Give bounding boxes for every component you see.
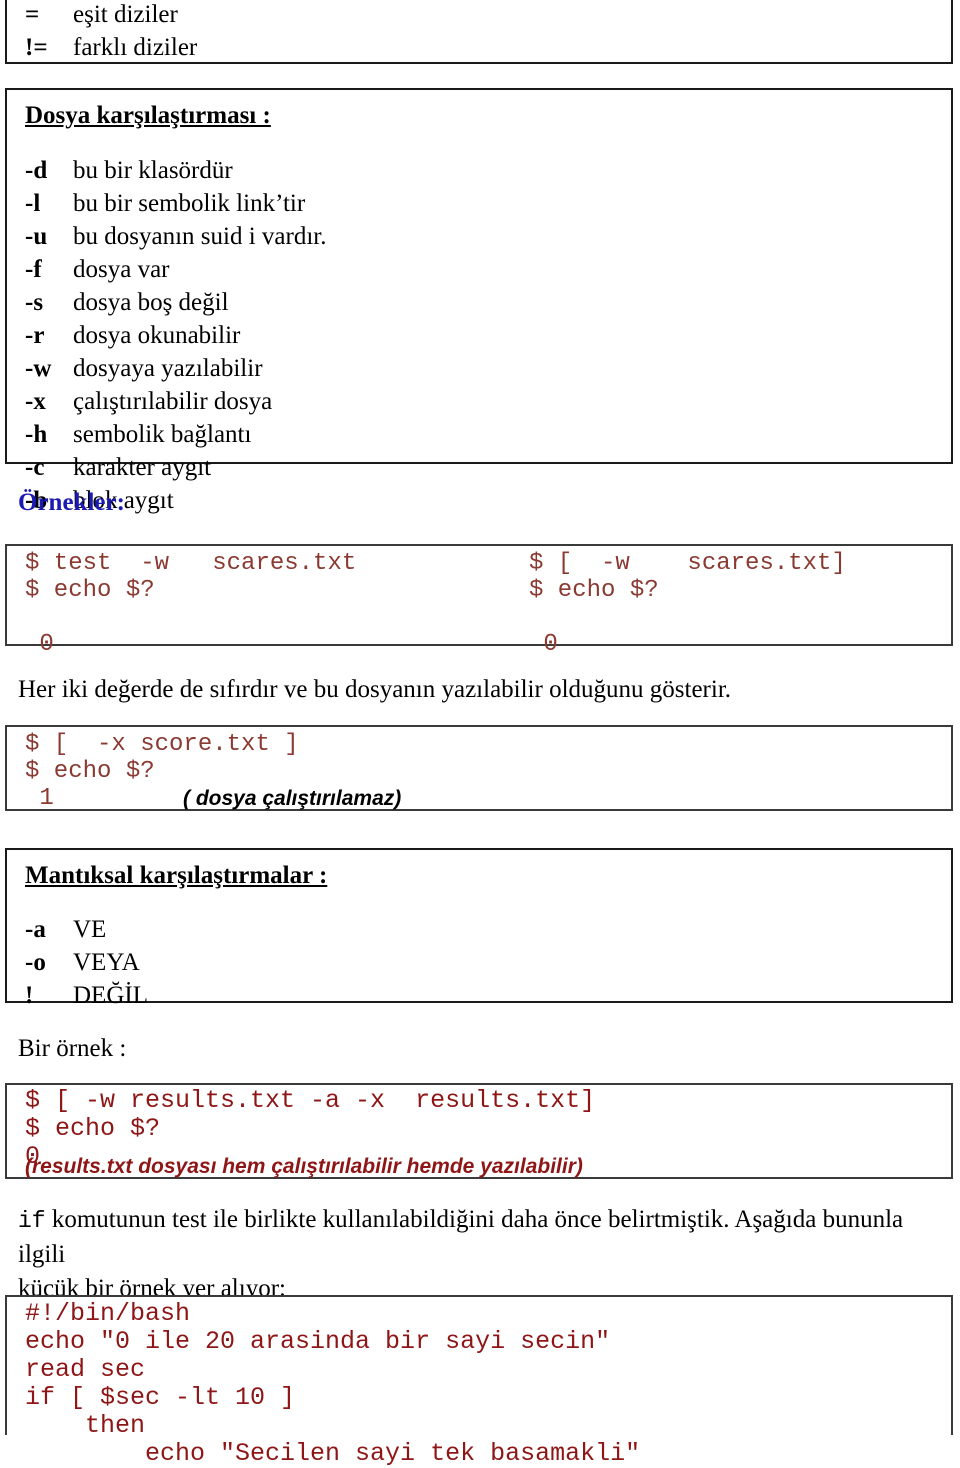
table-row: -b blok aygıt: [7, 484, 951, 517]
flag-key: -l: [25, 190, 41, 217]
examples-code-box: $ test -w scares.txt $ echo $? 0 $ [ -w …: [5, 544, 953, 658]
flag-key: -s: [25, 289, 44, 316]
code-block-bash-script: #!/bin/bash echo "0 ile 20 arasinda bir …: [25, 1299, 641, 1468]
and-example-annotation: (results.txt dosyası hem çalıştırılabili…: [25, 1155, 583, 1178]
if-keyword: if: [18, 1208, 46, 1234]
and-example-code-box: $ [ -w results.txt -a -x results.txt] $ …: [5, 1083, 953, 1179]
table-row: = eşit diziler: [7, 0, 951, 31]
string-comparison-box: = eşit diziler != farklı diziler: [5, 0, 953, 64]
logic-desc: VE: [73, 916, 107, 943]
table-row: -a VE: [7, 913, 951, 946]
flag-desc: çalıştırılabilir dosya: [73, 388, 273, 415]
table-row: ! DEĞİL: [7, 979, 951, 1012]
if-paragraph-text: komutunun test ile birlikte kullanılabil…: [18, 1206, 904, 1302]
table-row: -l bu bir sembolik link’tir: [7, 187, 951, 220]
flag-key: -c: [25, 454, 45, 481]
examples-heading: Örnekler:: [18, 489, 125, 516]
flag-key: -h: [25, 421, 48, 448]
table-row: -u bu dosyanın suid i vardır.: [7, 220, 951, 253]
flag-desc: dosya boş değil: [73, 289, 229, 316]
flag-key: -u: [25, 223, 48, 250]
table-row: -s dosya boş değil: [7, 286, 951, 319]
operator-desc: farklı diziler: [73, 34, 198, 61]
if-paragraph: if komutunun test ile birlikte kullanıla…: [18, 1203, 943, 1306]
flag-desc: sembolik bağlantı: [73, 421, 252, 448]
table-row: -f dosya var: [7, 253, 951, 286]
logic-desc: VEYA: [73, 949, 140, 976]
file-comparison-title: Dosya karşılaştırması :: [25, 102, 271, 129]
flag-desc: bu bir sembolik link’tir: [73, 190, 306, 217]
flag-desc: karakter aygıt: [73, 454, 212, 481]
table-row: != farklı diziler: [7, 31, 951, 64]
table-row: -x çalıştırılabilir dosya: [7, 385, 951, 418]
table-row: -o VEYA: [7, 946, 951, 979]
flag-desc: dosya okunabilir: [73, 322, 241, 349]
flag-desc: dosyaya yazılabilir: [73, 355, 263, 382]
logic-key: -o: [25, 949, 46, 976]
operator-key: =: [25, 1, 40, 28]
logic-desc: DEĞİL: [73, 982, 148, 1009]
logical-comparison-title: Mantıksal karşılaştırmalar :: [25, 862, 328, 889]
flag-desc: dosya var: [73, 256, 170, 283]
operator-key: !=: [25, 34, 48, 61]
logic-key: !: [25, 982, 34, 1009]
table-row: -c karakter aygıt: [7, 451, 951, 484]
example-intro-text: Bir örnek :: [18, 1035, 127, 1062]
table-row: -r dosya okunabilir: [7, 319, 951, 352]
exec-example-code-box: $ [ -x score.txt ] $ echo $? 1 ( dosya ç…: [5, 725, 953, 812]
flag-desc: bu bir klasördür: [73, 157, 233, 184]
table-row: -d bu bir klasördür: [7, 154, 951, 187]
code-block-bracket-command: $ [ -w scares.txt] $ echo $? 0: [529, 550, 846, 658]
bash-script-code-box: #!/bin/bash echo "0 ile 20 arasinda bir …: [5, 1295, 953, 1468]
examples-explanation: Her iki değerde de sıfırdır ve bu dosyan…: [18, 676, 732, 703]
logic-key: -a: [25, 916, 46, 943]
logical-comparison-box: Mantıksal karşılaştırmalar : -a VE -o VE…: [5, 848, 953, 1009]
document-page: = eşit diziler != farklı diziler Dosya k…: [0, 0, 960, 1468]
flag-key: -f: [25, 256, 42, 283]
file-comparison-box: Dosya karşılaştırması : -d bu bir klasör…: [5, 88, 953, 514]
flag-desc: bu dosyanın suid i vardır.: [73, 223, 327, 250]
exec-example-annotation: ( dosya çalıştırılamaz): [183, 787, 402, 810]
code-block-test-command: $ test -w scares.txt $ echo $? 0: [25, 550, 357, 658]
table-row: -h sembolik bağlantı: [7, 418, 951, 451]
operator-desc: eşit diziler: [73, 1, 178, 28]
flag-key: -x: [25, 388, 46, 415]
flag-key: -w: [25, 355, 52, 382]
flag-key: -r: [25, 322, 45, 349]
flag-key: -d: [25, 157, 48, 184]
table-row: -w dosyaya yazılabilir: [7, 352, 951, 385]
